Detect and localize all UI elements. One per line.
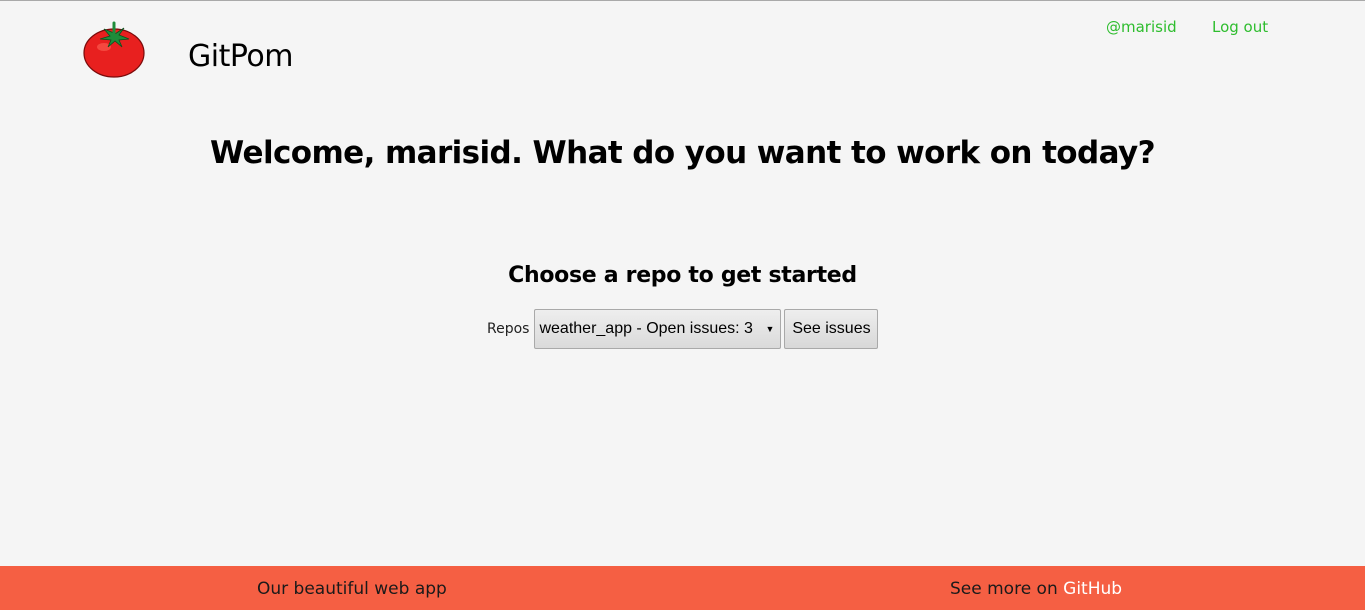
repo-select[interactable]: weather_app - Open issues: 3 ▼ xyxy=(534,309,782,349)
see-issues-button[interactable]: See issues xyxy=(784,309,879,349)
choose-repo-heading: Choose a repo to get started xyxy=(508,263,857,288)
brand-title[interactable]: GitPom xyxy=(188,39,293,75)
logout-link[interactable]: Log out xyxy=(1212,17,1268,37)
welcome-heading: Welcome, marisid. What do you want to wo… xyxy=(210,135,1156,171)
footer-see-more-text: See more on xyxy=(950,579,1058,599)
repos-label: Repos xyxy=(487,321,530,337)
dropdown-arrow-icon: ▼ xyxy=(765,324,775,334)
tomato-logo-icon[interactable] xyxy=(82,19,146,81)
footer-tagline: Our beautiful web app xyxy=(257,579,447,599)
footer-github-text: See more on GitHub xyxy=(950,578,1122,600)
github-link[interactable]: GitHub xyxy=(1063,579,1122,599)
repo-select-value: weather_app - Open issues: 3 xyxy=(539,320,753,337)
repo-form: Repos weather_app - Open issues: 3 ▼ See… xyxy=(487,309,879,349)
user-profile-link[interactable]: @marisid xyxy=(1106,17,1177,37)
footer: Our beautiful web app See more on GitHub xyxy=(0,566,1365,610)
